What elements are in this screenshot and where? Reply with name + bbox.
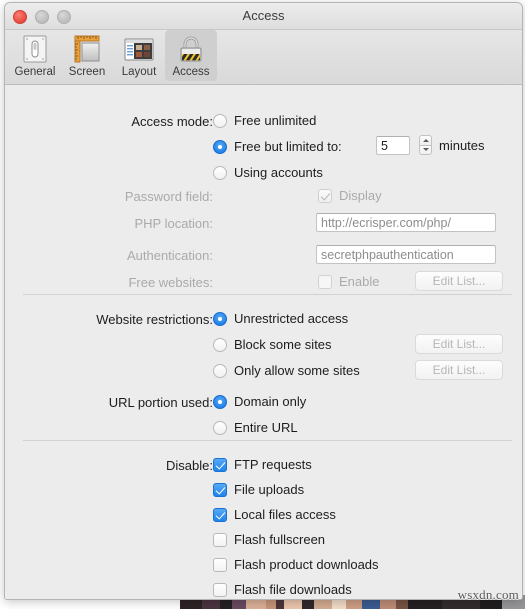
radio-indicator	[213, 113, 227, 128]
radio-indicator	[213, 337, 227, 352]
toolbar-item-screen[interactable]: Screen	[61, 30, 113, 81]
checkbox-indicator	[213, 457, 227, 472]
radio-indicator	[213, 394, 227, 409]
website-restrictions-label: Website restrictions:	[96, 312, 213, 327]
free-websites-label: Free websites:	[128, 275, 213, 290]
watermark: wsxdn.com	[457, 587, 519, 602]
checkbox-label: Flash file downloads	[234, 582, 352, 597]
toolbar-label-general: General	[14, 66, 56, 78]
radio-label: Domain only	[234, 394, 307, 409]
radio-label: Unrestricted access	[234, 311, 349, 326]
stepper-down[interactable]	[419, 144, 432, 155]
checkbox-label: Flash fullscreen	[234, 532, 326, 547]
url-portion-label: URL portion used:	[108, 395, 213, 410]
preferences-toolbar: General Screen Layout Access	[5, 30, 522, 85]
authentication-label: Authentication:	[126, 248, 213, 263]
toolbar-item-access[interactable]: Access	[165, 30, 217, 81]
checkbox-free-websites-enable[interactable]: Enable	[318, 274, 379, 289]
checkbox-label: File uploads	[234, 482, 305, 497]
radio-label: Using accounts	[234, 165, 323, 180]
radio-label: Free unlimited	[234, 113, 317, 128]
checkbox-flash-fullscreen[interactable]: Flash fullscreen	[213, 532, 325, 547]
edit-list-button-free-websites[interactable]: Edit List...	[415, 271, 503, 291]
edit-list-button-allow-sites[interactable]: Edit List...	[415, 360, 503, 380]
checkbox-indicator	[213, 557, 227, 572]
checkbox-label: Enable	[339, 274, 380, 289]
checkbox-file-uploads[interactable]: File uploads	[213, 482, 304, 497]
padlock-icon	[165, 33, 217, 65]
radio-using-accounts[interactable]: Using accounts	[213, 165, 323, 180]
checkbox-ftp-requests[interactable]: FTP requests	[213, 457, 312, 472]
radio-indicator	[213, 420, 227, 435]
checkbox-indicator	[213, 482, 227, 497]
checkbox-indicator	[318, 188, 332, 203]
radio-indicator	[213, 311, 227, 326]
toolbar-item-general[interactable]: General	[9, 30, 61, 81]
checkbox-indicator	[213, 507, 227, 522]
radio-domain-only[interactable]: Domain only	[213, 394, 306, 409]
minutes-stepper[interactable]	[419, 135, 432, 155]
minutes-unit-label: minutes	[439, 138, 485, 153]
radio-label: Entire URL	[234, 420, 298, 435]
radio-indicator	[213, 363, 227, 378]
section-separator-1	[23, 294, 512, 295]
radio-indicator	[213, 139, 227, 154]
checkbox-indicator	[213, 582, 227, 597]
chevron-up-icon	[422, 138, 429, 142]
checkbox-display-password[interactable]: Display	[318, 188, 382, 203]
password-field-label: Password field:	[124, 189, 213, 204]
toolbar-item-layout[interactable]: Layout	[113, 30, 165, 81]
checkbox-indicator	[318, 274, 332, 289]
disable-label: Disable:	[166, 458, 213, 473]
radio-free-unlimited[interactable]: Free unlimited	[213, 113, 316, 128]
php-location-label: PHP location:	[134, 216, 213, 231]
radio-only-allow-some-sites[interactable]: Only allow some sites	[213, 363, 360, 378]
window-titlebar: Access	[5, 3, 522, 30]
preferences-content: Access mode: Free unlimited Free but lim…	[5, 85, 522, 599]
checkbox-indicator	[213, 532, 227, 547]
radio-free-but-limited[interactable]: Free but limited to:	[213, 139, 342, 154]
checkbox-label: FTP requests	[234, 457, 312, 472]
section-separator-2	[23, 440, 512, 441]
checkbox-flash-product-downloads[interactable]: Flash product downloads	[213, 557, 379, 572]
edit-list-button-block-sites[interactable]: Edit List...	[415, 334, 503, 354]
checkbox-label: Flash product downloads	[234, 557, 379, 572]
access-preferences-window: Access General Screen Layout Access Acce…	[4, 2, 523, 600]
radio-entire-url[interactable]: Entire URL	[213, 420, 298, 435]
window-title: Access	[242, 8, 285, 23]
switch-icon	[9, 33, 61, 65]
stepper-up[interactable]	[419, 135, 432, 145]
php-location-input[interactable]: http://ecrisper.com/php/	[316, 213, 496, 232]
checkbox-label: Display	[339, 188, 382, 203]
radio-label: Block some sites	[234, 337, 332, 352]
radio-label: Only allow some sites	[234, 363, 360, 378]
window-layout-icon	[113, 33, 165, 65]
checkbox-local-files-access[interactable]: Local files access	[213, 507, 336, 522]
radio-indicator	[213, 165, 227, 180]
checkbox-label: Local files access	[234, 507, 336, 522]
checkbox-flash-file-downloads[interactable]: Flash file downloads	[213, 582, 352, 597]
toolbar-label-access: Access	[172, 66, 210, 78]
radio-unrestricted-access[interactable]: Unrestricted access	[213, 311, 348, 326]
toolbar-label-screen: Screen	[68, 66, 106, 78]
authentication-input[interactable]: secretphpauthentication	[316, 245, 496, 264]
toolbar-label-layout: Layout	[121, 66, 157, 78]
radio-block-some-sites[interactable]: Block some sites	[213, 337, 332, 352]
chevron-down-icon	[422, 148, 429, 152]
ruler-icon	[61, 33, 113, 65]
radio-label: Free but limited to:	[234, 139, 342, 154]
minutes-input[interactable]: 5	[376, 136, 410, 155]
access-mode-label: Access mode:	[131, 114, 213, 129]
